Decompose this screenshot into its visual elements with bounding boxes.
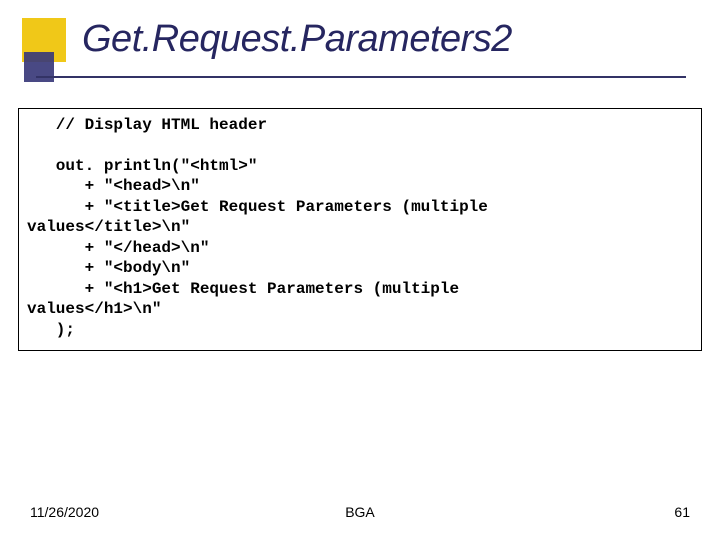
code-text: // Display HTML header out. println("<ht… xyxy=(27,115,693,340)
footer-page: 61 xyxy=(674,504,690,520)
title-underline xyxy=(36,76,686,78)
slide: Get.Request.Parameters2 // Display HTML … xyxy=(0,0,720,540)
code-box: // Display HTML header out. println("<ht… xyxy=(18,108,702,351)
footer-center: BGA xyxy=(0,504,720,520)
slide-title: Get.Request.Parameters2 xyxy=(82,18,512,61)
